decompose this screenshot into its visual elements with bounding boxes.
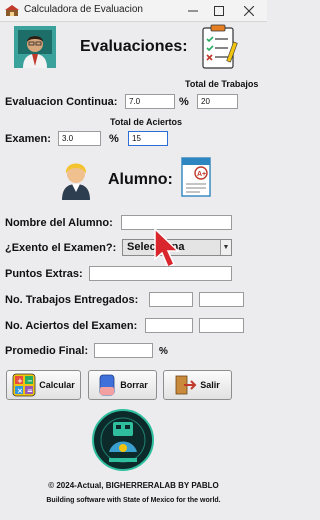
chevron-down-icon[interactable]: ▼ [220, 240, 231, 255]
svg-text:−: − [27, 377, 33, 385]
borrar-label: Borrar [120, 380, 148, 390]
total-aciertos-label: Total de Aciertos [110, 117, 183, 127]
copyright-text: © 2024-Actual, BIGHERRERALAB BY PABLO [48, 481, 219, 490]
promedio-final-output [94, 343, 153, 358]
eraser-icon [99, 374, 115, 396]
bigherrerlab-logo [91, 408, 155, 472]
close-icon [244, 6, 254, 16]
trabajos-result-field[interactable] [199, 292, 244, 307]
checklist-icon [200, 24, 238, 70]
svg-text:+: + [17, 377, 23, 385]
student-avatar-icon [56, 156, 96, 200]
evaluacion-continua-label: Evaluacion Continua: [5, 96, 118, 108]
examen-label: Examen: [5, 133, 51, 145]
minimize-icon [188, 10, 198, 12]
close-button[interactable] [234, 0, 264, 22]
window-title: Calculadora de Evaluacion [24, 4, 143, 15]
aciertos-examen-input[interactable] [145, 318, 193, 333]
puntos-extras-input[interactable] [89, 266, 232, 281]
maximize-icon [214, 6, 224, 16]
svg-text:=: = [27, 387, 33, 395]
graded-paper-icon: A+ [178, 156, 214, 198]
percent-symbol: % [109, 133, 119, 145]
svg-text:×: × [17, 387, 23, 395]
salir-button[interactable]: Salir [163, 370, 232, 400]
evaluaciones-heading: Evaluaciones: [80, 38, 188, 55]
exit-icon [175, 375, 197, 395]
alumno-heading: Alumno: [108, 171, 173, 188]
evaluacion-continua-input[interactable]: 7.0 [125, 94, 175, 109]
window-titlebar: Calculadora de Evaluacion [0, 0, 267, 22]
nombre-alumno-label: Nombre del Alumno: [5, 217, 113, 229]
trabajos-entregados-input[interactable] [149, 292, 193, 307]
examen-input[interactable]: 3.0 [58, 131, 101, 146]
aciertos-examen-label: No. Aciertos del Examen: [5, 320, 138, 332]
total-aciertos-input[interactable]: 15 [128, 131, 168, 146]
total-trabajos-label: Total de Trabajos [185, 79, 259, 89]
app-icon [5, 5, 19, 16]
calcular-button[interactable]: + − × = Calcular [6, 370, 81, 400]
salir-label: Salir [200, 380, 220, 390]
exento-examen-label: ¿Exento el Examen?: [5, 242, 117, 254]
maximize-button[interactable] [204, 0, 234, 22]
calculator-icon: + − × = [12, 373, 36, 397]
borrar-button[interactable]: Borrar [88, 370, 157, 400]
aciertos-result-field[interactable] [199, 318, 244, 333]
teacher-avatar-icon [14, 26, 56, 68]
promedio-final-label: Promedio Final: [5, 345, 89, 357]
percent-symbol: % [159, 346, 168, 357]
puntos-extras-label: Puntos Extras: [5, 268, 83, 280]
total-trabajos-input[interactable]: 20 [197, 94, 238, 109]
tagline-text: Building software with State of Mexico f… [46, 497, 221, 504]
trabajos-entregados-label: No. Trabajos Entregados: [5, 294, 139, 306]
svg-text:A+: A+ [197, 171, 206, 178]
percent-symbol: % [179, 96, 189, 108]
calcular-label: Calcular [39, 380, 75, 390]
